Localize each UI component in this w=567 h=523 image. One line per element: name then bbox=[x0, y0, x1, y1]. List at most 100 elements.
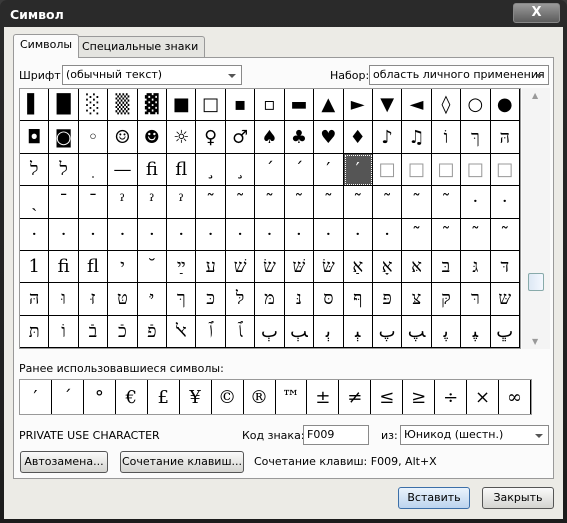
symbol-cell[interactable]: ♣ bbox=[284, 121, 315, 154]
symbol-cell[interactable]: ▓ bbox=[137, 89, 168, 122]
symbol-cell[interactable]: · bbox=[490, 186, 520, 219]
symbol-cell[interactable]: ˀ bbox=[108, 186, 138, 219]
recent-symbol-cell[interactable]: ÷ bbox=[435, 380, 468, 414]
symbol-cell[interactable]: ךּ bbox=[461, 121, 491, 154]
symbol-cell[interactable]: ﭚ bbox=[490, 315, 520, 348]
symbol-cell[interactable]: ˊ bbox=[255, 153, 285, 187]
symbol-cell[interactable]: שּ bbox=[490, 283, 520, 316]
subset-select[interactable]: область личного применения bbox=[369, 65, 549, 85]
symbol-cell[interactable]: ﭘ bbox=[431, 315, 462, 348]
symbol-cell[interactable]: ֽ bbox=[78, 153, 109, 187]
symbol-cell[interactable]: ♥ bbox=[314, 121, 344, 154]
symbol-cell[interactable]: ♪ bbox=[372, 121, 403, 154]
symbol-cell[interactable]: ˜ bbox=[402, 186, 432, 219]
scroll-down-icon[interactable]: ▼ bbox=[532, 337, 538, 346]
symbol-cell[interactable]: שּׁ bbox=[284, 250, 315, 284]
shortcut-key-button[interactable]: Сочетание клавиш... bbox=[120, 451, 244, 473]
symbol-cell[interactable]: ■ bbox=[167, 89, 197, 122]
symbol-cell[interactable]: ע bbox=[196, 250, 226, 284]
symbol-cell[interactable]: ◘ bbox=[20, 121, 50, 154]
symbol-cell[interactable]: □ bbox=[490, 153, 520, 187]
symbol-cell[interactable]: □ bbox=[196, 89, 226, 122]
symbol-cell[interactable]: ˜ bbox=[196, 186, 226, 219]
symbol-cell[interactable]: ˜ bbox=[314, 186, 344, 219]
symbol-cell[interactable]: ◦ bbox=[78, 121, 109, 154]
recent-symbol-cell[interactable]: ¥ bbox=[180, 380, 212, 414]
symbol-cell[interactable]: ♦ bbox=[343, 121, 373, 154]
recent-symbol-cell[interactable]: ˊ bbox=[52, 380, 84, 414]
symbol-cell[interactable]: ˀ bbox=[167, 186, 197, 219]
symbol-cell[interactable]: ﭗ bbox=[402, 315, 432, 348]
symbol-cell[interactable]: ﬂ bbox=[167, 153, 197, 187]
symbol-cell[interactable]: פֿ bbox=[137, 315, 168, 348]
symbol-cell[interactable]: כֿ bbox=[108, 315, 138, 348]
character-code-input[interactable]: F009 bbox=[303, 425, 369, 445]
symbol-cell[interactable]: ♂ bbox=[225, 121, 256, 154]
symbol-cell[interactable]: ▲ bbox=[314, 89, 344, 122]
symbol-cell[interactable]: וּ bbox=[49, 283, 79, 316]
symbol-cell[interactable]: פּ bbox=[372, 283, 403, 316]
symbol-cell[interactable]: □ bbox=[402, 153, 432, 187]
symbol-cell[interactable]: רּ bbox=[461, 283, 491, 316]
symbol-cell[interactable]: ► bbox=[343, 89, 373, 122]
symbol-cell[interactable]: גּ bbox=[461, 250, 491, 284]
symbol-cell[interactable]: ײַ bbox=[167, 250, 197, 284]
symbol-cell[interactable]: ﬁ bbox=[137, 153, 168, 187]
symbol-cell[interactable]: ˜ bbox=[431, 186, 462, 219]
insert-button[interactable]: Вставить bbox=[398, 487, 470, 509]
symbol-cell[interactable]: · bbox=[78, 218, 109, 251]
symbol-cell[interactable]: ˜ bbox=[343, 186, 373, 219]
recent-symbol-cell[interactable]: ∞ bbox=[499, 380, 531, 414]
recent-symbol-cell[interactable]: © bbox=[212, 380, 244, 414]
symbol-cell[interactable]: ﬁ bbox=[49, 250, 79, 284]
tab-symbols[interactable]: Символы bbox=[13, 34, 80, 58]
symbol-cell[interactable]: הּ bbox=[20, 283, 50, 316]
symbol-cell[interactable]: ˜ bbox=[490, 218, 520, 251]
symbol-cell[interactable]: ﭙ bbox=[461, 315, 491, 348]
symbol-cell[interactable]: ░ bbox=[78, 89, 109, 122]
symbol-cell[interactable]: ﬂ bbox=[78, 250, 109, 284]
symbol-cell[interactable]: ˉ bbox=[49, 186, 79, 219]
symbol-cell[interactable]: · bbox=[20, 218, 50, 251]
symbol-cell[interactable]: ▼ bbox=[372, 89, 403, 122]
symbol-cell[interactable]: ˜ bbox=[225, 186, 256, 219]
symbol-cell[interactable]: ךּ bbox=[167, 283, 197, 316]
recent-symbol-cell[interactable]: ≤ bbox=[371, 380, 404, 414]
symbol-cell[interactable]: ﭔ bbox=[314, 315, 344, 348]
symbol-cell[interactable]: ﭓ bbox=[284, 315, 315, 348]
symbol-cell[interactable]: י bbox=[108, 250, 138, 284]
symbol-cell[interactable]: · bbox=[108, 218, 138, 251]
symbol-cell[interactable]: ☻ bbox=[137, 121, 168, 154]
grid-scrollbar[interactable]: ▲ ▼ bbox=[522, 88, 550, 349]
scroll-up-icon[interactable]: ▲ bbox=[532, 91, 538, 100]
recent-symbol-cell[interactable]: ≥ bbox=[403, 380, 436, 414]
symbol-cell[interactable]: · bbox=[343, 218, 373, 251]
symbol-cell[interactable]: █ bbox=[49, 89, 79, 122]
symbol-cell[interactable]: טּ bbox=[108, 283, 138, 316]
symbol-cell[interactable]: ☼ bbox=[167, 121, 197, 154]
symbol-cell[interactable]: אַ bbox=[343, 250, 373, 284]
recent-symbol-cell[interactable]: × bbox=[467, 380, 500, 414]
symbol-cell[interactable]: דּ bbox=[490, 250, 520, 284]
symbol-cell[interactable]: ♠ bbox=[255, 121, 285, 154]
recent-symbol-cell[interactable]: ′ bbox=[20, 380, 52, 414]
recent-symbol-cell[interactable]: € bbox=[116, 380, 148, 414]
symbol-cell[interactable]: וֹ bbox=[49, 315, 79, 348]
tab-special-characters[interactable]: Специальные знаки bbox=[75, 36, 206, 57]
symbol-cell[interactable]: ˊ bbox=[284, 153, 315, 187]
recent-symbol-cell[interactable]: ± bbox=[307, 380, 340, 414]
symbol-cell[interactable]: · bbox=[196, 218, 226, 251]
symbol-cell[interactable]: 1 bbox=[20, 250, 50, 284]
symbol-cell[interactable]: ● bbox=[490, 89, 520, 122]
symbol-cell[interactable]: קּ bbox=[431, 283, 462, 316]
symbol-cell[interactable]: ▌ bbox=[20, 89, 50, 122]
symbol-cell[interactable]: ﭑ bbox=[225, 315, 256, 348]
symbol-cell[interactable]: ▫ bbox=[255, 89, 285, 122]
symbol-cell[interactable]: ˜ bbox=[402, 218, 432, 251]
recent-symbol-cell[interactable]: £ bbox=[148, 380, 180, 414]
symbol-cell[interactable]: ◙ bbox=[49, 121, 79, 154]
symbol-cell[interactable]: ˜ bbox=[461, 218, 491, 251]
symbol-cell[interactable]: וֹ bbox=[431, 121, 462, 154]
symbol-cell[interactable]: ¸ bbox=[196, 153, 226, 187]
symbol-cell[interactable]: · bbox=[167, 218, 197, 251]
